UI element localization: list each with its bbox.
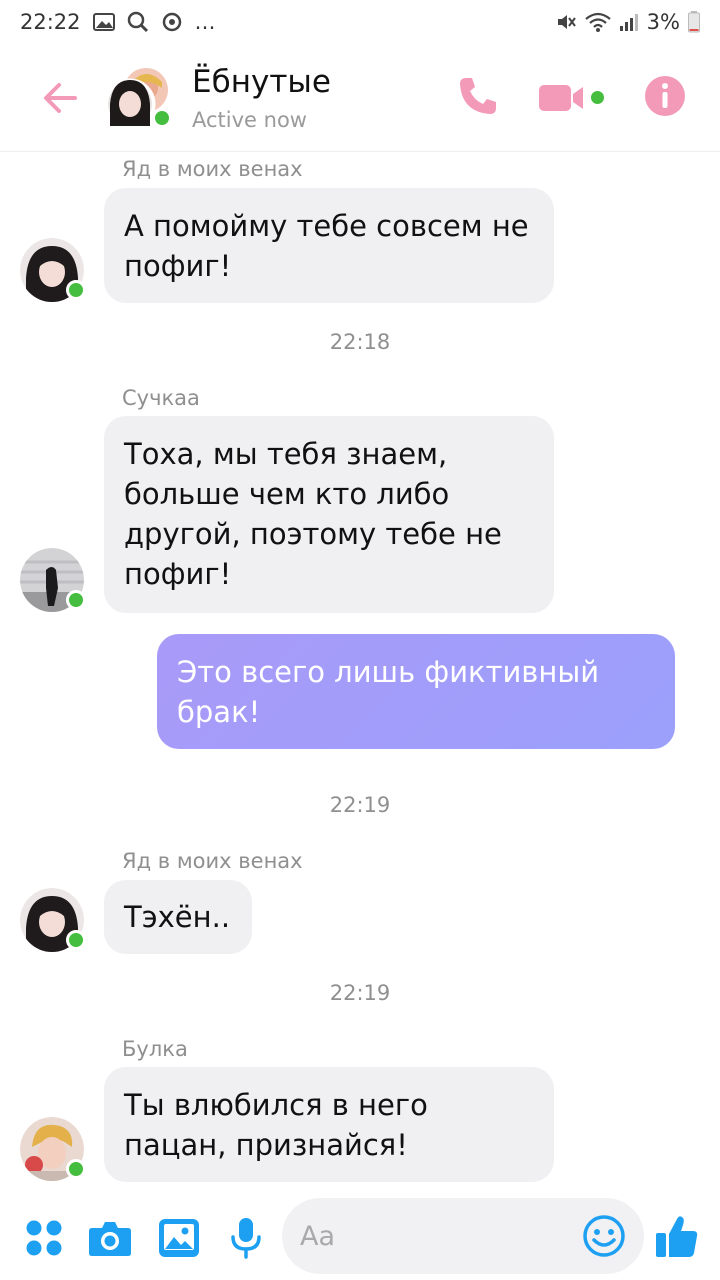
message-input[interactable] xyxy=(300,1220,560,1252)
message-input-container xyxy=(282,1198,644,1274)
emoji-icon xyxy=(583,1215,625,1257)
message-timestamp: 22:19 xyxy=(329,981,391,1005)
message-line: другой, поэтому тебе не xyxy=(124,517,502,551)
message-line: больше чем кто либо xyxy=(124,477,450,511)
message-line: пофиг! xyxy=(124,249,232,283)
back-button[interactable] xyxy=(40,78,80,118)
voice-call-button[interactable] xyxy=(457,75,499,121)
message-sender-name: Яд в моих венах xyxy=(122,157,303,181)
camera-button[interactable] xyxy=(88,1216,132,1260)
online-indicator xyxy=(66,590,86,610)
search-notification-icon xyxy=(127,11,149,33)
message-line: Это всего лишь фиктивный xyxy=(177,655,600,689)
chat-title[interactable]: Ёбнутые xyxy=(192,64,331,100)
gallery-icon xyxy=(159,1219,199,1257)
video-icon xyxy=(539,84,583,111)
signal-icon xyxy=(619,12,639,32)
thumbs-up-icon xyxy=(656,1216,698,1257)
info-icon xyxy=(645,75,685,116)
sync-notification-icon xyxy=(161,11,183,33)
video-online-dot xyxy=(591,91,604,104)
wifi-icon xyxy=(584,11,611,33)
message-line: пацан, признайся! xyxy=(124,1128,408,1162)
battery-percent: 3% xyxy=(646,10,680,34)
microphone-icon xyxy=(231,1218,261,1259)
chat-header: Ёбнутые Active now xyxy=(0,44,720,152)
message-sender-name: Яд в моих венах xyxy=(122,849,303,873)
info-button[interactable] xyxy=(644,75,686,121)
apps-button[interactable] xyxy=(22,1216,66,1260)
online-indicator xyxy=(66,1159,86,1179)
like-button[interactable] xyxy=(654,1212,700,1260)
message-sender-name: Булка xyxy=(122,1037,188,1061)
mute-icon xyxy=(555,11,577,33)
camera-icon xyxy=(89,1222,131,1256)
message-line: А помойму тебе совсем не xyxy=(124,209,529,243)
message-composer xyxy=(0,1194,720,1280)
message-line: Тэхён.. xyxy=(124,900,231,934)
voice-message-button[interactable] xyxy=(224,1216,268,1260)
message-line: Тоха, мы тебя знаем, xyxy=(124,437,448,471)
gallery-notification-icon xyxy=(92,12,115,32)
video-call-button[interactable] xyxy=(539,81,604,115)
message-timestamp: 22:18 xyxy=(329,330,391,354)
sender-avatar[interactable] xyxy=(20,548,86,612)
outgoing-message-bubble[interactable]: Это всего лишь фиктивный брак! xyxy=(157,634,675,749)
chat-active-status: Active now xyxy=(192,107,307,132)
emoji-button[interactable] xyxy=(582,1214,626,1258)
back-arrow-icon xyxy=(44,82,77,113)
phone-icon xyxy=(460,77,496,114)
status-time: 22:22 xyxy=(20,10,81,34)
online-indicator xyxy=(66,280,86,300)
incoming-message-bubble[interactable]: Тоха, мы тебя знаем, больше чем кто либо… xyxy=(104,416,554,613)
message-timestamp: 22:19 xyxy=(329,793,391,817)
apps-icon xyxy=(26,1220,62,1256)
incoming-message-bubble[interactable]: Тэхён.. xyxy=(104,880,252,954)
more-notifications-icon: … xyxy=(194,10,216,34)
incoming-message-bubble[interactable]: А помойму тебе совсем не пофиг! xyxy=(104,188,554,303)
message-line: Ты влюбился в него xyxy=(124,1088,428,1122)
incoming-message-bubble[interactable]: Ты влюбился в него пацан, признайся! xyxy=(104,1067,554,1182)
online-indicator xyxy=(152,107,172,128)
group-avatar[interactable] xyxy=(104,66,172,130)
sender-avatar[interactable] xyxy=(20,888,86,952)
sender-avatar[interactable] xyxy=(20,1117,86,1181)
message-line: брак! xyxy=(177,695,261,729)
gallery-button[interactable] xyxy=(157,1216,201,1260)
online-indicator xyxy=(66,930,86,950)
status-bar: 22:22 … 3% xyxy=(0,0,720,44)
sender-avatar[interactable] xyxy=(20,238,86,302)
message-line: пофиг! xyxy=(124,557,232,591)
battery-icon xyxy=(688,11,700,33)
message-sender-name: Сучкаа xyxy=(122,386,200,410)
